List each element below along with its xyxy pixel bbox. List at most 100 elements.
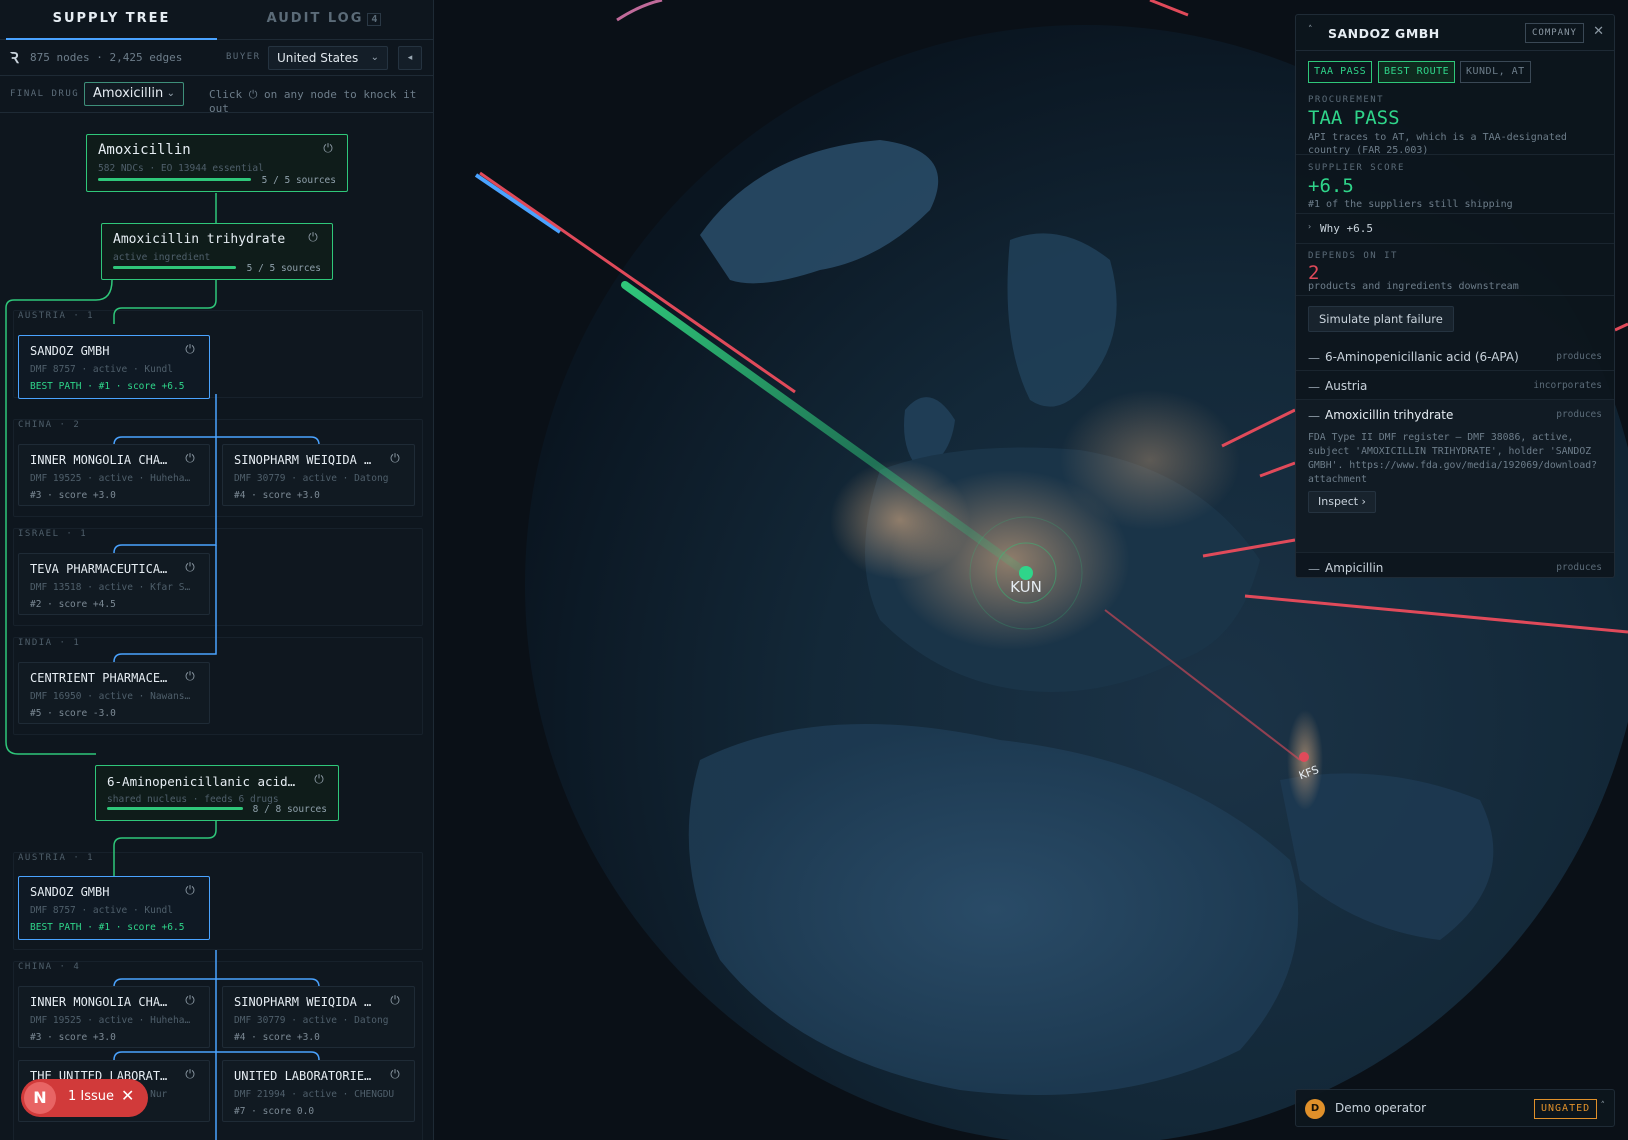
chevron-up-icon[interactable]: ˄ — [1601, 1101, 1606, 1111]
node-title: Amoxicillin trihydrate — [113, 232, 286, 247]
power-icon[interactable]: ⏻ — [388, 451, 402, 465]
supplier-node-inner-mongolia[interactable]: INNER MONGOLIA CHANGSHENG PHARMACEUTICAL… — [18, 444, 210, 506]
close-icon[interactable]: ✕ — [1593, 24, 1604, 39]
node-subtitle: DMF 8757 · active · Kundl — [30, 905, 173, 916]
tab-audit-log[interactable]: AUDIT LOG 4 — [224, 0, 424, 40]
node-subtitle: DMF 8757 · active · Kundl — [30, 364, 173, 375]
kun-label: KUN — [1010, 578, 1042, 596]
tab-supply-tree[interactable]: SUPPLY TREE — [6, 0, 217, 40]
inspect-button[interactable]: Inspect › — [1308, 491, 1376, 513]
simulate-failure-button[interactable]: Simulate plant failure — [1308, 306, 1454, 332]
supplier-node-inner-mongolia[interactable]: INNER MONGOLIA CHANGSHENG PHARMACEUTICAL… — [18, 986, 210, 1048]
power-icon[interactable]: ⏻ — [321, 141, 335, 155]
app-logo-icon: Ꝛ — [10, 49, 19, 67]
power-icon[interactable]: ⏻ — [306, 230, 320, 244]
score-description: #1 of the suppliers still shipping — [1308, 199, 1513, 210]
node-rank: #4 · score +3.0 — [234, 1032, 320, 1043]
buyer-select[interactable]: United States ⌄ — [268, 46, 388, 70]
node-subtitle: DMF 30779 · active · Datong — [234, 473, 389, 484]
node-rank: BEST PATH · #1 · score +6.5 — [30, 922, 185, 933]
node-title: SINOPHARM WEIQIDA PHARMACEUTICAL — [234, 453, 376, 467]
relation-kind: incorporates — [1533, 380, 1602, 391]
supplier-node-united-labs-chengdu[interactable]: UNITED LABORATORIES CHENGDU DMF 21994 · … — [222, 1060, 415, 1122]
buyer-label: BUYER — [226, 52, 261, 62]
panel-tabs: SUPPLY TREE AUDIT LOG 4 — [0, 0, 433, 40]
detail-title: SANDOZ GMBH — [1328, 26, 1440, 41]
city-lights-east-europe — [1060, 390, 1240, 530]
simulate-section: Simulate plant failure — [1296, 296, 1614, 342]
node-detail-panel: ˄ SANDOZ GMBH COMPANY ✕ TAA PASS BEST RO… — [1295, 14, 1615, 578]
node-title: INNER MONGOLIA CHANGSHENG PHARMACEUTICAL — [30, 453, 172, 467]
tree-node-final-drug[interactable]: Amoxicillin 582 NDCs · EO 13944 essentia… — [86, 134, 348, 192]
detail-header: ˄ SANDOZ GMBH COMPANY ✕ — [1296, 15, 1614, 51]
minus-icon: — — [1308, 380, 1320, 394]
route-arc-pink — [616, 0, 663, 22]
sources-count: 5 / 5 sources — [261, 175, 336, 186]
power-icon[interactable]: ⏻ — [312, 772, 326, 786]
tree-node-active-ingredient[interactable]: Amoxicillin trihydrate active ingredient… — [101, 223, 333, 280]
chevron-down-icon: ⌄ — [370, 52, 379, 63]
relation-row-expanded[interactable]: — Amoxicillin trihydrate produces — [1296, 400, 1614, 429]
power-icon[interactable]: ⏻ — [183, 1067, 197, 1081]
route-arc-blue — [474, 173, 562, 234]
evidence-text: FDA Type II DMF register — DMF 38086, ac… — [1308, 432, 1598, 485]
dependents-description: products and ingredients downstream — [1308, 281, 1519, 292]
chevron-right-icon: › — [1308, 222, 1312, 231]
relation-kind: produces — [1556, 409, 1602, 420]
tree-node-shared-intermediate[interactable]: 6-Aminopenicillanic acid (6-APA) shared … — [95, 765, 339, 821]
issues-badge[interactable]: N 1 Issue ✕ — [21, 1079, 148, 1117]
supplier-score: +6.5 — [1308, 175, 1354, 197]
tab-audit-log-label: AUDIT LOG — [266, 11, 364, 26]
supplier-node-sandoz[interactable]: SANDOZ GMBH DMF 8757 · active · Kundl BE… — [18, 876, 210, 940]
power-icon[interactable]: ⏻ — [183, 560, 197, 574]
node-rank: #2 · score +4.5 — [30, 599, 116, 610]
power-icon[interactable]: ⏻ — [183, 669, 197, 683]
collapse-panel-button[interactable]: ◂ — [398, 46, 422, 70]
final-drug-bar: FINAL DRUG Amoxicillin ⌄ Click ⏻ on any n… — [0, 76, 433, 115]
node-subtitle: 582 NDCs · EO 13944 essential — [98, 163, 264, 174]
node-title: SANDOZ GMBH — [30, 344, 110, 358]
section-label: DEPENDS ON IT — [1308, 251, 1398, 261]
graph-toolbar: Ꝛ 875 nodes · 2,425 edges BUYER United S… — [0, 40, 433, 76]
operator-bar[interactable]: D Demo operator UNGATED ˄ — [1295, 1089, 1615, 1127]
power-icon[interactable]: ⏻ — [388, 993, 402, 1007]
node-subtitle: DMF 16950 · active · Nawanshahr — [30, 691, 195, 702]
supplier-node-sinopharm[interactable]: SINOPHARM WEIQIDA PHARMACEUTICAL DMF 307… — [222, 986, 415, 1048]
node-subtitle: DMF 13518 · active · Kfar Saba — [30, 582, 195, 593]
supplier-node-sandoz[interactable]: SANDOZ GMBH DMF 8757 · active · Kundl BE… — [18, 335, 210, 399]
collapse-caret-icon[interactable]: ˄ — [1308, 25, 1313, 35]
final-drug-label: FINAL DRUG — [10, 89, 80, 99]
supplier-node-centrient[interactable]: CENTRIENT PHARMACEUTICALS DMF 16950 · ac… — [18, 662, 210, 724]
final-drug-select[interactable]: Amoxicillin ⌄ — [84, 82, 184, 106]
relation-kind: produces — [1556, 562, 1602, 573]
knockout-hint: Click ⏻ on any node to knock it out — [209, 88, 417, 115]
supply-panel: SUPPLY TREE AUDIT LOG 4 Ꝛ 875 nodes · 2,4… — [0, 0, 434, 1140]
gating-status-badge: UNGATED — [1534, 1099, 1598, 1119]
tag-best-route: BEST ROUTE — [1378, 61, 1456, 83]
power-icon[interactable]: ⏻ — [183, 993, 197, 1007]
depends-section: DEPENDS ON IT 2 products and ingredients… — [1296, 244, 1614, 296]
power-icon[interactable]: ⏻ — [183, 342, 197, 356]
minus-icon: — — [1308, 562, 1320, 576]
score-section: SUPPLIER SCORE +6.5 #1 of the suppliers … — [1296, 155, 1614, 214]
supplier-node-teva[interactable]: TEVA PHARMACEUTICAL INDUSTRIES DMF 13518… — [18, 553, 210, 615]
audit-log-count-badge: 4 — [367, 13, 382, 26]
relation-name: Ampicillin — [1325, 561, 1384, 575]
relation-row[interactable]: — 6-Aminopenicillanic acid (6-APA) produ… — [1296, 342, 1614, 371]
relation-row[interactable]: — Austria incorporates — [1296, 371, 1614, 400]
node-title: 6-Aminopenicillanic acid (6-APA) — [107, 774, 297, 789]
tag-location: KUNDL, AT — [1460, 61, 1531, 83]
node-title: UNITED LABORATORIES CHENGDU — [234, 1069, 376, 1083]
why-score-label: Why +6.5 — [1320, 222, 1373, 235]
tag-taa-pass: TAA PASS — [1308, 61, 1373, 83]
supplier-node-sinopharm[interactable]: SINOPHARM WEIQIDA PHARMACEUTICAL DMF 307… — [222, 444, 415, 506]
close-icon[interactable]: ✕ — [121, 1086, 134, 1105]
kfs-marker[interactable] — [1299, 752, 1309, 762]
sources-bar — [107, 807, 243, 810]
why-score-toggle[interactable]: › Why +6.5 — [1296, 214, 1614, 244]
chevron-down-icon: ⌄ — [166, 88, 175, 99]
relation-row[interactable]: — Ampicillin produces — [1296, 553, 1614, 577]
power-icon[interactable]: ⏻ — [183, 451, 197, 465]
power-icon[interactable]: ⏻ — [183, 883, 197, 897]
power-icon[interactable]: ⏻ — [388, 1067, 402, 1081]
